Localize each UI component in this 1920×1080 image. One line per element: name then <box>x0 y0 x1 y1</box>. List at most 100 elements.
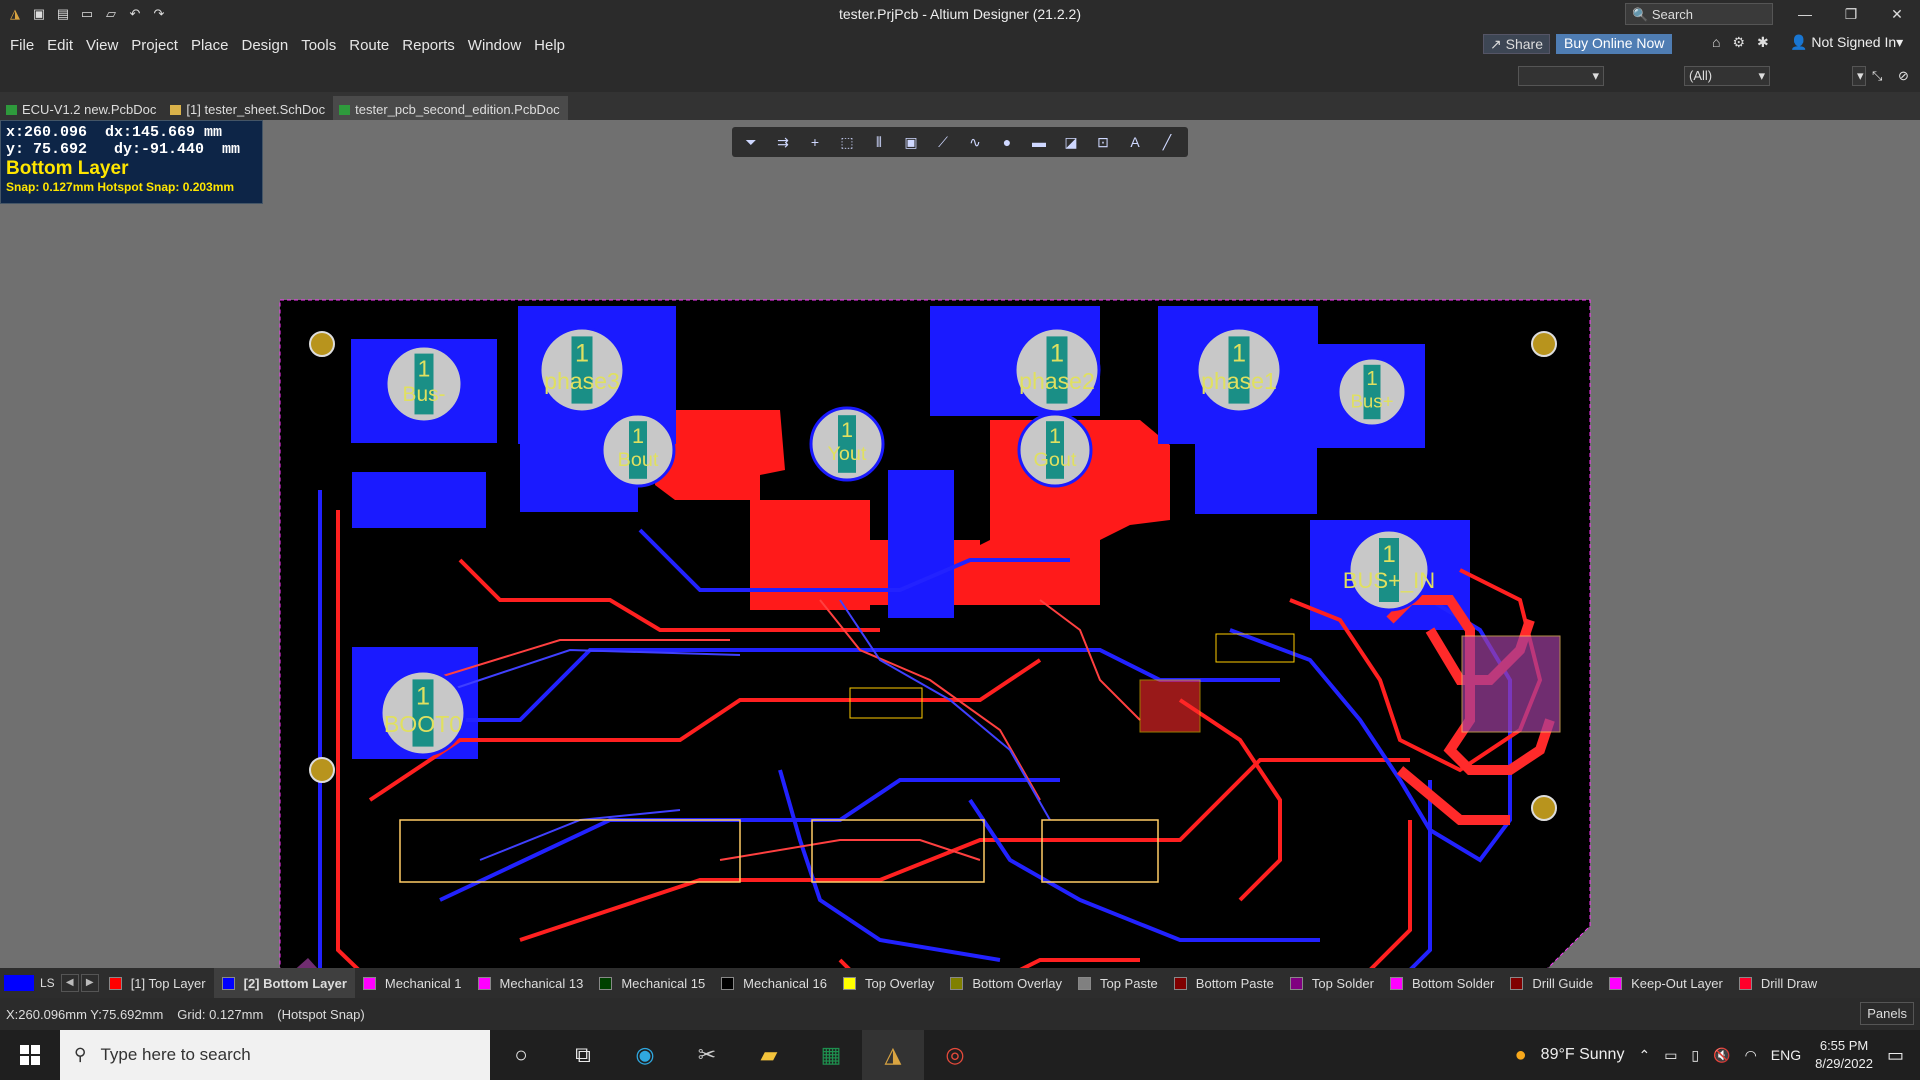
pad-number: 1 <box>1049 423 1061 448</box>
menu-project[interactable]: Project <box>131 37 178 54</box>
task-view-icon[interactable]: ⧉ <box>552 1030 614 1080</box>
restore-icon[interactable]: ❐ <box>1828 0 1874 28</box>
layer-tab[interactable]: Mechanical 15 <box>591 968 713 998</box>
share-button[interactable]: ↗ Share <box>1483 34 1550 54</box>
open-project-icon[interactable]: ▱ <box>104 7 118 21</box>
keepout-icon[interactable]: ⊡ <box>1094 134 1112 151</box>
pcb-canvas[interactable]: x:260.096 dx:145.669 mm y: 75.692 dy:-91… <box>0 120 1920 968</box>
account-button[interactable]: 👤 Not Signed In▾ <box>1790 34 1903 51</box>
gear-icon[interactable]: ⚙ <box>1732 34 1745 51</box>
menu-route[interactable]: Route <box>349 37 389 54</box>
copper-area <box>352 472 486 528</box>
line-icon[interactable]: ╱ <box>1158 134 1176 151</box>
close-icon[interactable]: ✕ <box>1874 0 1920 28</box>
select-rect-icon[interactable]: ⬚ <box>838 134 856 151</box>
crosshair-icon[interactable]: + <box>806 134 824 150</box>
menu-place[interactable]: Place <box>191 37 229 54</box>
menu-edit[interactable]: Edit <box>47 37 73 54</box>
filter-icon[interactable]: ⏷ <box>742 134 760 151</box>
redo-icon[interactable]: ↷ <box>152 7 166 21</box>
layer-tab[interactable]: [1] Top Layer <box>101 968 214 998</box>
excel-icon[interactable]: ▦ <box>800 1030 862 1080</box>
file-explorer-icon[interactable]: ▰ <box>738 1030 800 1080</box>
layer-tab[interactable]: Bottom Solder <box>1382 968 1502 998</box>
layer-tab[interactable]: Bottom Overlay <box>942 968 1070 998</box>
open-icon[interactable]: ▭ <box>80 7 94 21</box>
pad-label: phase3 <box>544 368 620 394</box>
menu-file[interactable]: File <box>10 37 34 54</box>
align-icon[interactable]: ⫴ <box>870 134 888 151</box>
layer-label: Top Paste <box>1099 975 1158 991</box>
save-icon[interactable]: ▣ <box>32 7 46 21</box>
interactive-route-icon[interactable]: ⟋ <box>934 134 952 151</box>
filter-select[interactable]: ▾ (All) <box>1684 66 1770 86</box>
diff-pair-icon[interactable]: ∿ <box>966 134 984 151</box>
windows-start-icon[interactable] <box>0 1030 60 1080</box>
current-layer-swatch[interactable] <box>4 975 34 991</box>
buy-online-button[interactable]: Buy Online Now <box>1556 34 1673 54</box>
via-icon[interactable]: ● <box>998 134 1016 150</box>
taskbar-search-input[interactable]: ⚲ Type here to search <box>60 1030 490 1080</box>
layer-tab[interactable]: Top Overlay <box>835 968 942 998</box>
route-icon[interactable]: ⇉ <box>774 134 792 151</box>
menu-design[interactable]: Design <box>242 37 289 54</box>
undo-icon[interactable]: ↶ <box>128 7 142 21</box>
layer-tab[interactable]: [2] Bottom Layer <box>213 968 355 998</box>
menu-window[interactable]: Window <box>468 37 521 54</box>
taskbar-search-placeholder: Type here to search <box>100 1045 251 1064</box>
menu-view[interactable]: View <box>86 37 118 54</box>
menu-tools[interactable]: Tools <box>301 37 336 54</box>
fill-icon[interactable]: ▬ <box>1030 134 1048 150</box>
pcb-board: 1Bus-1phase31phase21phase1 1Bus+1Bout1You… <box>279 299 1591 968</box>
tab-ecu-pcb[interactable]: ECU-V1.2 new.PcbDoc <box>0 96 164 120</box>
battery-icon[interactable]: ▯ <box>1691 1047 1699 1064</box>
layer-tab[interactable]: Mechanical 16 <box>713 968 835 998</box>
chevron-up-icon[interactable]: ⌃ <box>1638 1047 1650 1064</box>
edge-icon[interactable]: ◉ <box>614 1030 676 1080</box>
save-all-icon[interactable]: ▤ <box>56 7 70 21</box>
notification-icon[interactable]: ▭ <box>1887 1045 1904 1066</box>
layer-tab[interactable]: Top Paste <box>1070 968 1166 998</box>
volume-icon[interactable]: 🔇 <box>1713 1047 1730 1064</box>
text-icon[interactable]: A <box>1126 134 1144 150</box>
minimize-icon[interactable]: — <box>1782 0 1828 28</box>
cortana-icon[interactable]: ○ <box>490 1030 552 1080</box>
layer-tab[interactable]: Mechanical 13 <box>470 968 592 998</box>
select-icon[interactable]: ⤡ <box>1872 68 1882 84</box>
home-icon[interactable]: ⌂ <box>1712 34 1720 51</box>
selector-1[interactable]: ▾ <box>1518 66 1604 86</box>
tab-tester-pcb[interactable]: tester_pcb_second_edition.PcbDoc <box>333 96 568 120</box>
layer-label: Mechanical 16 <box>743 975 827 991</box>
clock[interactable]: 6:55 PM 8/29/2022 <box>1815 1037 1873 1073</box>
layer-tab[interactable]: Top Solder <box>1282 968 1382 998</box>
tab-tester-sch[interactable]: [1] tester_sheet.SchDoc <box>164 96 333 120</box>
panels-button[interactable]: Panels <box>1860 1002 1914 1025</box>
polygon-icon[interactable]: ◪ <box>1062 134 1080 151</box>
layer-prev-icon[interactable]: ◀ <box>60 974 79 992</box>
weather-text[interactable]: 89°F Sunny <box>1541 1046 1625 1064</box>
layer-tab[interactable]: Mechanical 1 <box>355 968 470 998</box>
layer-tab[interactable]: Drill Guide <box>1502 968 1601 998</box>
component-icon[interactable]: ▣ <box>902 134 920 151</box>
menu-help[interactable]: Help <box>534 37 565 54</box>
chrome-icon[interactable]: ◎ <box>924 1030 986 1080</box>
selector-3[interactable]: ▾ <box>1852 66 1866 86</box>
layer-next-icon[interactable]: ▶ <box>80 974 99 992</box>
layer-tab[interactable]: Keep-Out Layer <box>1601 968 1731 998</box>
tools-icon[interactable]: ✱ <box>1757 34 1769 51</box>
pad-number: 1 <box>1382 541 1395 568</box>
layer-tab[interactable]: Drill Draw <box>1731 968 1825 998</box>
language-indicator[interactable]: ENG <box>1771 1047 1801 1063</box>
menu-reports[interactable]: Reports <box>402 37 455 54</box>
layer-tab[interactable]: Bottom Paste <box>1166 968 1282 998</box>
search-input[interactable]: 🔍 Search <box>1625 3 1773 25</box>
wifi-icon[interactable]: ◠ <box>1745 1047 1757 1064</box>
altium-taskbar-icon[interactable]: ◮ <box>862 1030 924 1080</box>
search-placeholder: Search <box>1651 7 1694 22</box>
snip-icon[interactable]: ✂ <box>676 1030 738 1080</box>
meet-icon[interactable]: ▭ <box>1664 1047 1677 1064</box>
layer-color-swatch <box>599 976 613 990</box>
layer-set-button[interactable]: LS <box>40 976 55 990</box>
clear-filter-icon[interactable]: ⊘ <box>1898 68 1909 84</box>
pad-label: Bout <box>618 449 659 471</box>
